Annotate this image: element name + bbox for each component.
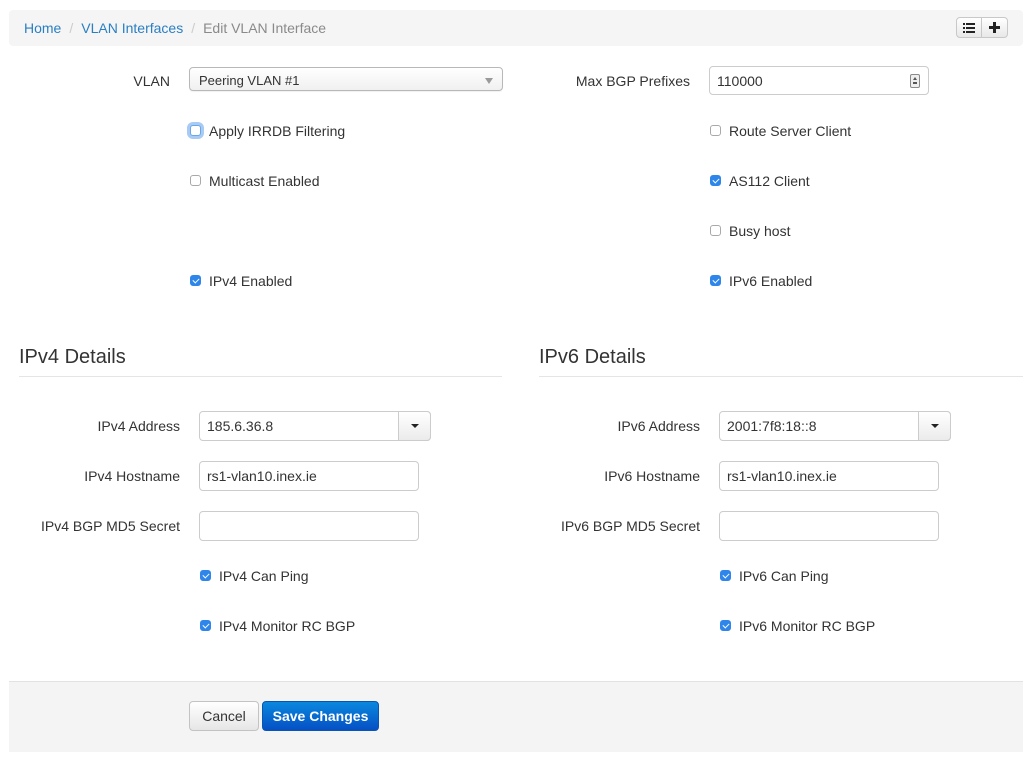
- ipv4-hostname-label: IPv4 Hostname: [84, 468, 180, 484]
- multicast-enabled-label: Multicast Enabled: [209, 173, 320, 189]
- header-actions: [956, 17, 1008, 39]
- ipv4-monitor-rc-bgp-checkbox[interactable]: [200, 620, 211, 631]
- ipv4-address-select[interactable]: 185.6.36.8: [199, 411, 431, 441]
- breadcrumb-home-link[interactable]: Home: [24, 20, 61, 36]
- ipv4-enabled-checkbox[interactable]: [190, 275, 201, 286]
- ipv6-address-select[interactable]: 2001:7f8:18::8: [719, 411, 951, 441]
- route-server-client-checkbox[interactable]: [710, 125, 721, 136]
- ipv4-address-dropdown-button[interactable]: [398, 411, 431, 441]
- apply-irrdb-filtering-label: Apply IRRDB Filtering: [209, 123, 346, 139]
- caret-down-icon: [931, 424, 939, 428]
- ipv6-address-value: 2001:7f8:18::8: [727, 418, 817, 434]
- ipv6-md5-label: IPv6 BGP MD5 Secret: [560, 518, 700, 534]
- route-server-client-label: Route Server Client: [729, 123, 852, 139]
- apply-irrdb-filtering-checkbox[interactable]: [190, 125, 201, 136]
- ipv4-details-heading: IPv4 Details: [19, 346, 126, 368]
- ipv6-enabled-checkbox[interactable]: [710, 275, 721, 286]
- breadcrumb-bar: Home / VLAN Interfaces / Edit VLAN Interface: [9, 10, 1023, 46]
- ipv6-hostname-label: IPv6 Hostname: [604, 468, 700, 484]
- ipv6-details-heading: IPv6 Details: [539, 346, 646, 368]
- ipv6-divider: [539, 376, 1023, 377]
- list-icon: [963, 22, 975, 33]
- breadcrumb-current: Edit VLAN Interface: [203, 20, 327, 36]
- list-button[interactable]: [956, 17, 982, 38]
- plus-icon: [989, 22, 1000, 33]
- max-bgp-prefixes-input[interactable]: 110000: [709, 66, 929, 95]
- max-bgp-prefixes-value: 110000: [717, 73, 763, 89]
- ipv4-monitor-rc-bgp-label: IPv4 Monitor RC BGP: [219, 618, 356, 634]
- ipv6-md5-input[interactable]: [719, 511, 939, 541]
- ipv6-monitor-rc-bgp-label: IPv6 Monitor RC BGP: [739, 618, 876, 634]
- breadcrumb-separator: /: [69, 20, 74, 36]
- add-button[interactable]: [982, 17, 1008, 38]
- busy-host-label: Busy host: [729, 223, 791, 239]
- breadcrumb-vlan-interfaces-link[interactable]: VLAN Interfaces: [81, 20, 183, 36]
- ipv6-enabled-label: IPv6 Enabled: [729, 273, 813, 289]
- ipv6-can-ping-checkbox[interactable]: [720, 570, 731, 581]
- ipv6-hostname-value: rs1-vlan10.inex.ie: [727, 468, 837, 484]
- ipv4-md5-label: IPv4 BGP MD5 Secret: [40, 518, 180, 534]
- as112-client-checkbox[interactable]: [710, 175, 721, 186]
- vlan-select[interactable]: Peering VLAN #1: [189, 67, 503, 91]
- ipv6-hostname-input[interactable]: rs1-vlan10.inex.ie: [719, 461, 939, 491]
- multicast-enabled-checkbox[interactable]: [190, 175, 201, 186]
- max-bgp-prefixes-label: Max BGP Prefixes: [575, 73, 690, 89]
- busy-host-checkbox[interactable]: [710, 225, 721, 236]
- ipv4-divider: [19, 376, 502, 377]
- as112-client-label: AS112 Client: [729, 173, 810, 189]
- breadcrumb: Home / VLAN Interfaces / Edit VLAN Interface: [24, 19, 326, 37]
- ipv4-hostname-value: rs1-vlan10.inex.ie: [207, 468, 317, 484]
- ipv6-monitor-rc-bgp-checkbox[interactable]: [720, 620, 731, 631]
- breadcrumb-separator: /: [191, 20, 196, 36]
- caret-down-icon: [411, 424, 419, 428]
- ipv4-enabled-label: IPv4 Enabled: [209, 273, 293, 289]
- ipv6-can-ping-label: IPv6 Can Ping: [739, 568, 829, 584]
- save-changes-button[interactable]: Save Changes: [262, 701, 379, 731]
- ipv4-can-ping-label: IPv4 Can Ping: [219, 568, 309, 584]
- cancel-button[interactable]: Cancel: [189, 701, 259, 731]
- ipv4-md5-input[interactable]: [199, 511, 419, 541]
- chevron-down-icon: [485, 78, 493, 84]
- ipv6-address-dropdown-button[interactable]: [918, 411, 951, 441]
- ipv4-can-ping-checkbox[interactable]: [200, 570, 211, 581]
- form-actions: [9, 681, 1023, 752]
- vlan-label: VLAN: [133, 73, 170, 89]
- ipv4-address-value: 185.6.36.8: [207, 418, 274, 434]
- ipv4-hostname-input[interactable]: rs1-vlan10.inex.ie: [199, 461, 419, 491]
- ipv6-address-label: IPv6 Address: [617, 418, 701, 434]
- vlan-select-value: Peering VLAN #1: [199, 73, 300, 88]
- number-spinner-icon[interactable]: [910, 74, 920, 88]
- ipv4-address-label: IPv4 Address: [97, 418, 181, 434]
